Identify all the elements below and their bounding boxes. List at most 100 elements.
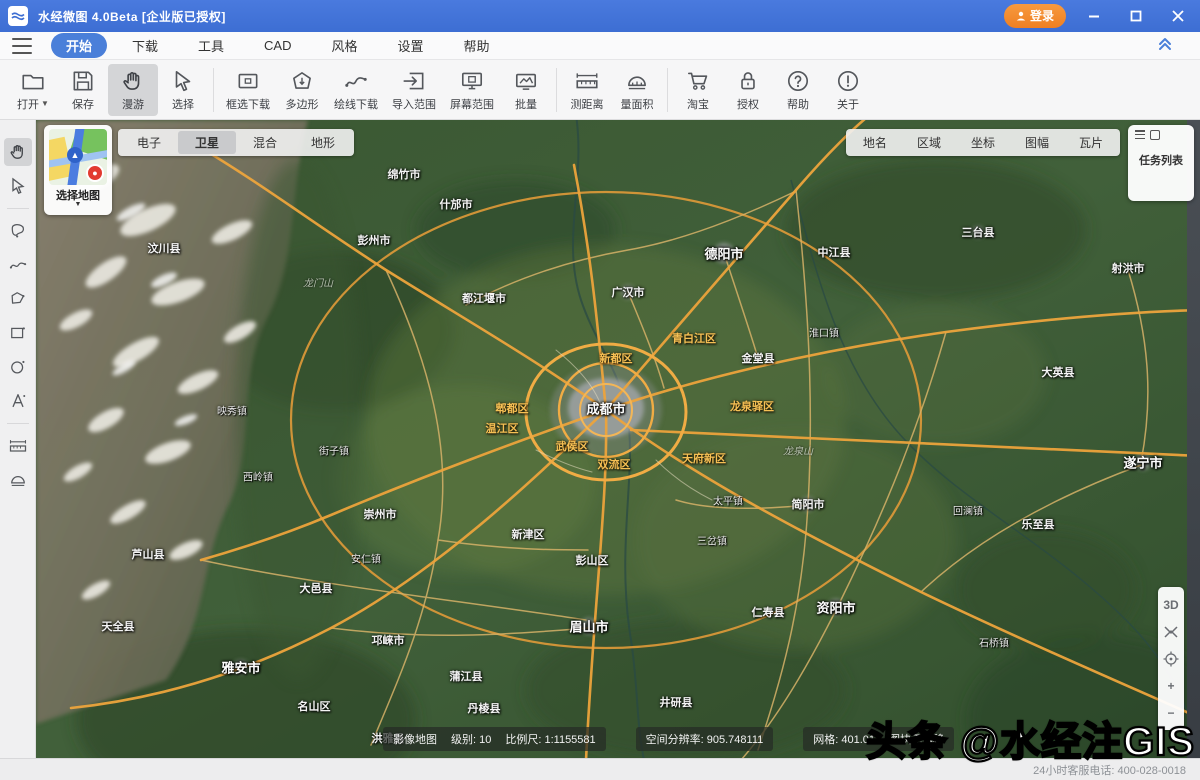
toolbar-divider bbox=[213, 67, 214, 112]
tab-tools[interactable]: 工具 bbox=[183, 33, 239, 58]
draw-circle-button[interactable] bbox=[4, 353, 32, 381]
draw-rectangle-button[interactable] bbox=[4, 319, 32, 347]
batch-button[interactable]: 批量 bbox=[501, 64, 551, 116]
polygon-icon bbox=[293, 71, 311, 89]
open-button[interactable]: 打开 ▼ bbox=[8, 64, 58, 116]
menu-bar: 开始 下载 工具 CAD 风格 设置 帮助 bbox=[0, 32, 1200, 60]
draw-polyline-button[interactable] bbox=[4, 251, 32, 279]
ruler-icon bbox=[9, 440, 26, 452]
maptype-satellite-button[interactable]: 卫星 bbox=[178, 131, 237, 154]
toggle-placenames-button[interactable]: 地名 bbox=[848, 131, 902, 154]
polygon-download-button[interactable]: 多边形 bbox=[277, 64, 327, 116]
support-phone: 24小时客服电话: 400-028-0018 bbox=[1033, 764, 1186, 777]
select-button[interactable]: 选择 bbox=[158, 64, 208, 116]
minimize-button[interactable] bbox=[1080, 5, 1108, 27]
taobao-button[interactable]: 淘宝 bbox=[673, 64, 723, 116]
pan-button[interactable]: 漫游 bbox=[108, 63, 158, 116]
map-edge-strip bbox=[1187, 120, 1200, 758]
locate-button[interactable] bbox=[1159, 645, 1183, 672]
cursor-icon bbox=[175, 70, 191, 91]
side-measure-distance-button[interactable] bbox=[4, 432, 32, 460]
status-scale: 比例尺: 1:1155581 bbox=[505, 734, 596, 746]
polyline-icon bbox=[9, 262, 26, 269]
map-nav-controls: 3D + − bbox=[1158, 587, 1184, 730]
measure-distance-button[interactable]: 测距离 bbox=[562, 64, 612, 116]
side-divider bbox=[6, 208, 29, 209]
open-label: 打开 bbox=[17, 98, 40, 111]
status-resolution-pill: 空间分辨率: 905.748111 bbox=[635, 727, 774, 751]
side-select-button[interactable] bbox=[4, 172, 32, 200]
tab-download[interactable]: 下载 bbox=[117, 33, 173, 58]
login-button[interactable]: 登录 bbox=[1003, 4, 1066, 28]
hand-icon bbox=[10, 145, 23, 159]
caret-down-icon: ▼ bbox=[74, 201, 82, 208]
box-download-label: 框选下载 bbox=[226, 98, 270, 111]
toggle-regions-button[interactable]: 区域 bbox=[902, 131, 956, 154]
maptype-vector-button[interactable]: 电子 bbox=[120, 131, 178, 154]
task-list-panel[interactable]: 任务列表 bbox=[1128, 125, 1194, 201]
app-window: 水经微图 4.0Beta [企业版已授权] 登录 开始 下载 工具 CAD 风格… bbox=[0, 0, 1200, 780]
measure-area-button[interactable]: 量面积 bbox=[612, 64, 662, 116]
line-download-button[interactable]: 绘线下载 bbox=[327, 64, 385, 116]
maptype-hybrid-button[interactable]: 混合 bbox=[236, 131, 294, 154]
hand-icon bbox=[123, 71, 140, 90]
map-canvas[interactable]: 成都市 德阳市 遂宁市 资阳市 眉山市 雅安市 汶川县 彭州市 什邡市 绵竹市 都江堰市 广汉市 金堂县… bbox=[36, 120, 1200, 758]
box-download-button[interactable]: 框选下载 bbox=[219, 64, 277, 116]
side-measure-area-button[interactable] bbox=[4, 466, 32, 494]
app-logo-icon bbox=[8, 6, 28, 26]
toggle-tiles-button[interactable]: 瓦片 bbox=[1064, 131, 1118, 154]
save-icon bbox=[73, 71, 93, 90]
tab-style[interactable]: 风格 bbox=[317, 33, 373, 58]
about-label: 关于 bbox=[837, 98, 859, 111]
toggle-sheets-button[interactable]: 图幅 bbox=[1010, 131, 1064, 154]
draw-polygon-button[interactable] bbox=[4, 285, 32, 313]
maptype-terrain-button[interactable]: 地形 bbox=[294, 131, 352, 154]
list-icon bbox=[1135, 130, 1145, 139]
compass-icon bbox=[1164, 625, 1178, 638]
login-label: 登录 bbox=[1029, 9, 1054, 23]
polyline-icon bbox=[345, 76, 367, 87]
tab-settings[interactable]: 设置 bbox=[383, 33, 439, 58]
zoom-out-button[interactable]: − bbox=[1159, 699, 1183, 726]
text-icon bbox=[11, 394, 25, 408]
area-icon bbox=[10, 476, 25, 486]
import-icon bbox=[403, 72, 424, 89]
toolbar-divider bbox=[667, 67, 668, 112]
tab-start[interactable]: 开始 bbox=[51, 33, 108, 58]
compass-button[interactable] bbox=[1159, 618, 1183, 645]
import-range-label: 导入范围 bbox=[392, 98, 436, 111]
license-button[interactable]: 授权 bbox=[723, 64, 773, 116]
chevron-double-up-icon bbox=[1159, 38, 1171, 50]
ribbon-toolbar: 打开 ▼ 保存 漫游 选择 框选下载 多边形 绘线下载 导入范围 屏幕范围 批量… bbox=[0, 60, 1200, 120]
side-pan-button[interactable] bbox=[3, 138, 32, 166]
hamburger-menu-icon[interactable] bbox=[12, 37, 32, 54]
toggle-coordinates-button[interactable]: 坐标 bbox=[956, 131, 1010, 154]
draw-freehand-button[interactable] bbox=[4, 217, 32, 245]
map-source-switcher[interactable]: ▲ ● 选择地图 ▼ bbox=[44, 125, 112, 215]
draw-text-button[interactable] bbox=[4, 387, 32, 415]
navigation-pin-icon: ▲ bbox=[67, 147, 83, 163]
measure-area-label: 量面积 bbox=[620, 98, 654, 111]
tab-help[interactable]: 帮助 bbox=[449, 33, 505, 58]
folder-icon bbox=[22, 74, 44, 89]
info-circle-icon bbox=[837, 70, 859, 91]
window-status-bar: 24小时客服电话: 400-028-0018 bbox=[0, 758, 1200, 780]
grid-icon bbox=[1150, 130, 1160, 140]
close-button[interactable] bbox=[1164, 5, 1192, 27]
about-button[interactable]: 关于 bbox=[823, 64, 873, 116]
help-button[interactable]: 帮助 bbox=[773, 64, 823, 116]
question-circle-icon bbox=[787, 70, 809, 91]
collapse-ribbon-button[interactable] bbox=[1156, 34, 1174, 57]
status-grid-pill: 网格: 401.01 图块无偏移 bbox=[803, 727, 955, 751]
rectangle-icon bbox=[10, 327, 25, 339]
monitor-icon bbox=[461, 72, 483, 89]
save-button[interactable]: 保存 bbox=[58, 64, 108, 116]
maximize-button[interactable] bbox=[1122, 5, 1150, 27]
user-icon bbox=[1016, 11, 1026, 20]
tab-cad[interactable]: CAD bbox=[249, 35, 306, 56]
zoom-in-button[interactable]: + bbox=[1159, 672, 1183, 699]
line-download-label: 绘线下载 bbox=[334, 98, 378, 111]
screen-range-button[interactable]: 屏幕范围 bbox=[443, 64, 501, 116]
import-range-button[interactable]: 导入范围 bbox=[385, 64, 443, 116]
toggle-3d-button[interactable]: 3D bbox=[1159, 591, 1183, 618]
